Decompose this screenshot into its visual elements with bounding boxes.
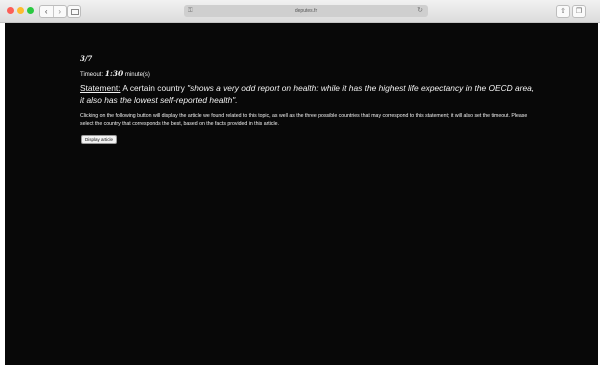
window-maximize-button[interactable] xyxy=(27,7,34,14)
tabs-overview-button[interactable]: ❐ xyxy=(572,5,586,18)
statement: Statement: A certain country "shows a ve… xyxy=(80,82,540,106)
timeout-label: Timeout: xyxy=(80,72,104,78)
page-content: 3/7 Timeout: 1:30 minute(s) Statement: A… xyxy=(5,23,598,365)
forward-button[interactable]: › xyxy=(54,6,67,17)
timeout-line: Timeout: 1:30 minute(s) xyxy=(80,69,150,78)
chevron-right-icon: › xyxy=(58,7,62,16)
window-minimize-button[interactable] xyxy=(17,7,24,14)
share-icon: ⇧ xyxy=(560,8,566,15)
statement-intro: A certain country xyxy=(120,83,188,93)
timeout-value: 1:30 xyxy=(104,69,124,78)
statement-label: Statement: xyxy=(80,83,121,93)
address-domain: deputes.fr xyxy=(294,8,318,14)
reload-icon[interactable]: ↻ xyxy=(417,5,423,17)
back-button[interactable]: ‹ xyxy=(40,6,54,17)
navigation-buttons: ‹ › xyxy=(39,5,67,18)
display-article-button[interactable]: Display article xyxy=(81,135,118,144)
question-counter: 3/7 xyxy=(80,54,93,63)
tabs-icon: ❐ xyxy=(575,8,583,15)
browser-toolbar: ‹ › ⚿ deputes.fr ↻ ⇧ ❐ xyxy=(0,0,600,23)
instructions-text: Clicking on the following button will di… xyxy=(80,113,528,127)
address-bar[interactable]: ⚿ deputes.fr ↻ xyxy=(184,5,428,17)
chevron-left-icon: ‹ xyxy=(44,7,48,16)
sidebar-icon xyxy=(71,9,79,15)
timeout-unit: minute(s) xyxy=(124,72,150,78)
window-close-button[interactable] xyxy=(7,7,14,14)
sidebar-toggle-button[interactable] xyxy=(67,5,81,18)
share-button[interactable]: ⇧ xyxy=(556,5,570,18)
